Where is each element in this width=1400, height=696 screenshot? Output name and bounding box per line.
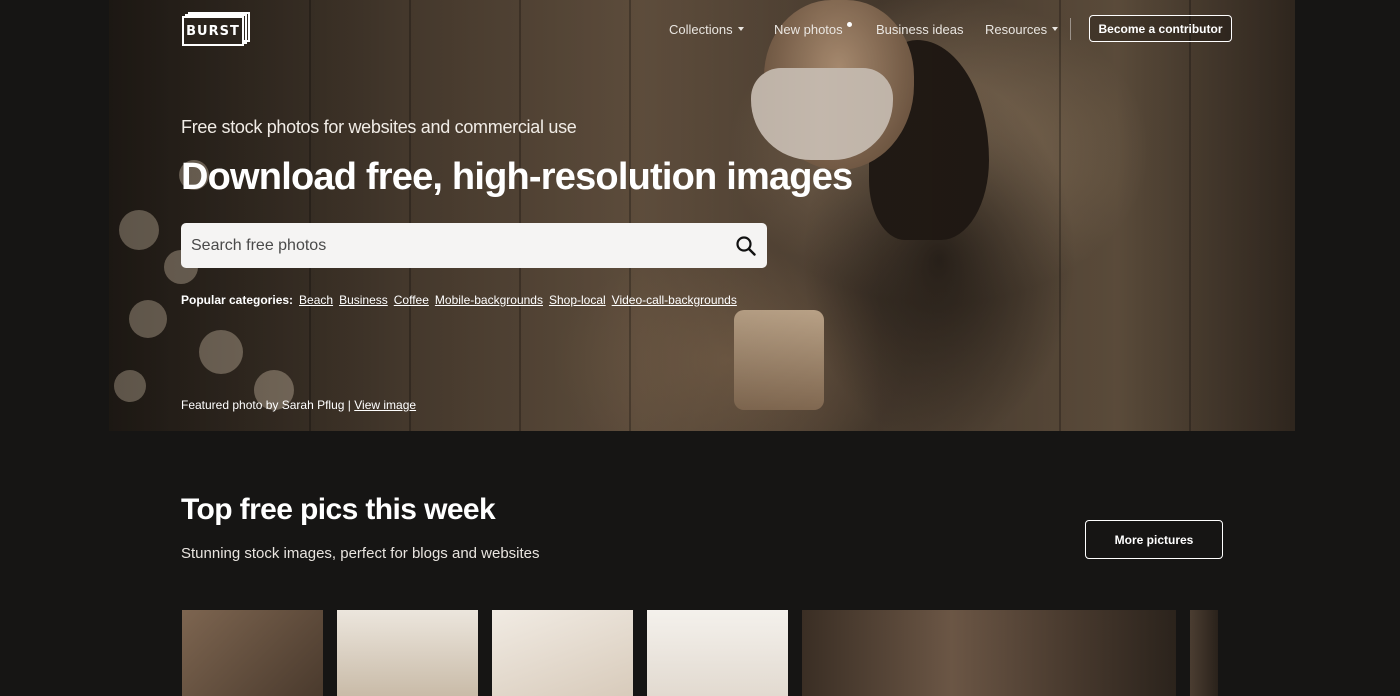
view-image-link[interactable]: View image	[354, 398, 416, 412]
hero-featured-photo	[109, 0, 1295, 431]
search-bar	[181, 223, 767, 268]
photo-thumbnail[interactable]	[492, 610, 633, 696]
burst-logo[interactable]: BURST	[182, 12, 252, 46]
category-link-beach[interactable]: Beach	[299, 293, 333, 307]
nav-label: Collections	[669, 21, 733, 37]
popular-categories: Popular categories: Beach Business Coffe…	[181, 293, 743, 307]
nav-label: Resources	[985, 21, 1048, 37]
category-link-shop-local[interactable]: Shop-local	[549, 293, 606, 307]
more-pictures-button[interactable]: More pictures	[1085, 520, 1223, 559]
nav-new-photos[interactable]: New photos	[774, 18, 852, 40]
hero-title: Download free, high-resolution images	[181, 156, 853, 198]
photo-credit: Featured photo by Sarah Pflug | View ima…	[181, 398, 416, 412]
nav-label: Business ideas	[876, 21, 964, 37]
new-indicator-dot	[846, 21, 852, 27]
category-link-coffee[interactable]: Coffee	[394, 293, 429, 307]
nav-collections[interactable]: Collections	[669, 18, 744, 40]
nav-divider	[1070, 18, 1071, 40]
credit-text: Featured photo by Sarah Pflug |	[181, 398, 351, 412]
section-subtitle: Stunning stock images, perfect for blogs…	[181, 545, 540, 562]
nav-label: New photos	[774, 21, 843, 37]
search-icon[interactable]	[735, 235, 757, 257]
photo-thumbnail[interactable]	[337, 610, 478, 696]
photo-thumbnail[interactable]	[182, 610, 323, 696]
nav-business-ideas[interactable]: Business ideas	[876, 18, 963, 40]
category-link-video-call-backgrounds[interactable]: Video-call-backgrounds	[612, 293, 737, 307]
photo-thumbnail[interactable]	[647, 610, 788, 696]
search-input[interactable]	[191, 236, 735, 255]
section-title: Top free pics this week	[181, 493, 496, 526]
become-contributor-button[interactable]: Become a contributor	[1089, 15, 1232, 42]
photo-thumbnail[interactable]	[802, 610, 1176, 696]
category-link-mobile-backgrounds[interactable]: Mobile-backgrounds	[435, 293, 543, 307]
photo-thumbnail[interactable]	[1190, 610, 1218, 696]
logo-text: BURST	[182, 16, 244, 46]
popular-categories-label: Popular categories:	[181, 293, 294, 307]
caret-down-icon	[737, 27, 744, 31]
hero-subtitle: Free stock photos for websites and comme…	[181, 117, 577, 137]
category-link-business[interactable]: Business	[339, 293, 388, 307]
caret-down-icon	[1052, 27, 1059, 31]
hero-overlay	[109, 0, 1295, 431]
nav-resources[interactable]: Resources	[985, 18, 1059, 40]
